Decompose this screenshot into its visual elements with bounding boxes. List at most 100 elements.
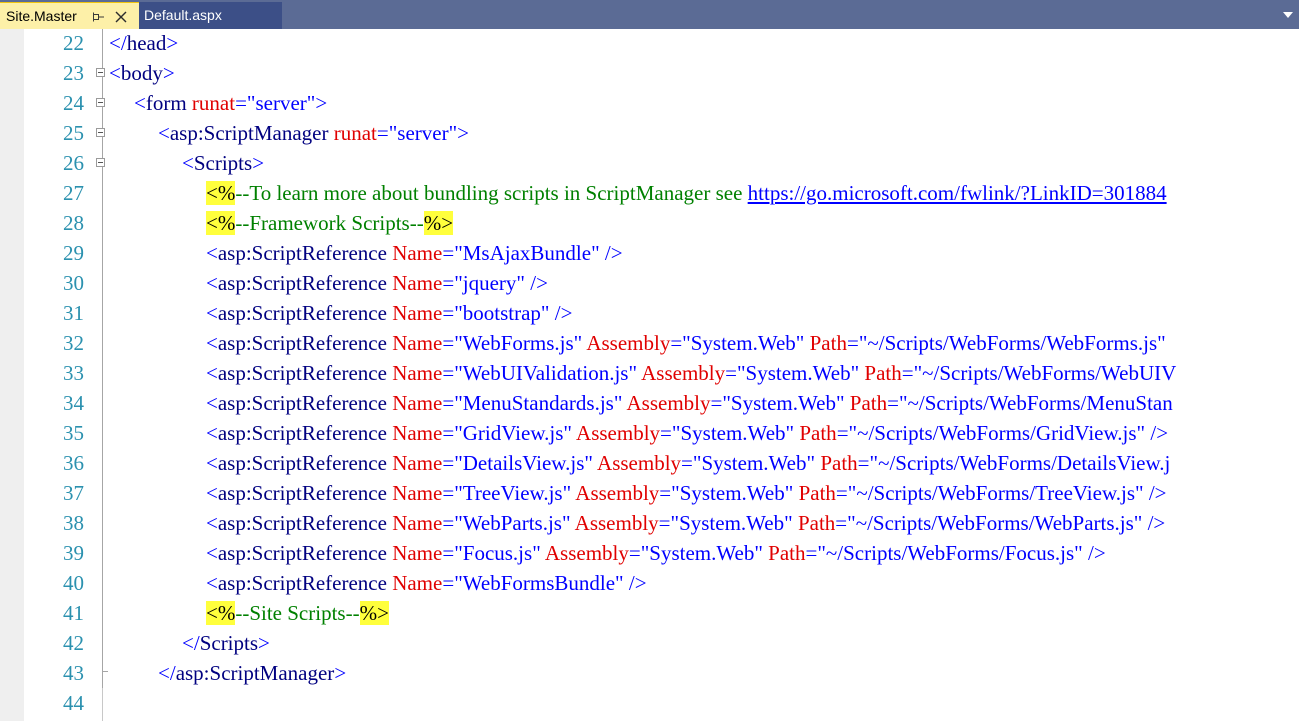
bracket-token: < bbox=[134, 91, 146, 115]
value-token: "System.Web" bbox=[671, 421, 795, 445]
code-line[interactable]: 31 <asp:ScriptReference Name="bootstrap" … bbox=[0, 298, 1299, 328]
attribute-token: Name bbox=[386, 241, 443, 265]
code-line[interactable]: 23 <body> bbox=[0, 58, 1299, 88]
bracket-token: < bbox=[206, 511, 218, 535]
collapse-icon[interactable] bbox=[96, 128, 105, 137]
code-line[interactable]: 27 <%--To learn more about bundling scrip… bbox=[0, 178, 1299, 208]
attribute-token: Path bbox=[762, 541, 806, 565]
bracket-token: = bbox=[442, 571, 455, 595]
bracket-token: </ bbox=[109, 31, 127, 55]
bracket-token: /> bbox=[1143, 481, 1167, 505]
code-line[interactable]: 37 <asp:ScriptReference Name="TreeView.js… bbox=[0, 478, 1299, 508]
code-line[interactable]: 24 <form runat="server"> bbox=[0, 88, 1299, 118]
tag-token: asp:ScriptReference bbox=[217, 481, 387, 505]
tag-token: asp:ScriptReference bbox=[217, 361, 387, 385]
tag-token: asp:ScriptReference bbox=[217, 271, 387, 295]
line-number: 25 bbox=[63, 121, 84, 145]
code-line[interactable]: 30 <asp:ScriptReference Name="jquery" /> bbox=[0, 268, 1299, 298]
attribute-token: Name bbox=[386, 571, 443, 595]
code-line[interactable]: 25 <asp:ScriptManager runat="server"> bbox=[0, 118, 1299, 148]
value-token: "~/Scripts/WebForms/TreeView.js" bbox=[847, 481, 1144, 505]
value-token: "WebFormsBundle" bbox=[454, 571, 624, 595]
code-line[interactable]: 36 <asp:ScriptReference Name="DetailsView… bbox=[0, 448, 1299, 478]
bracket-token: = bbox=[442, 361, 455, 385]
code-editor[interactable]: 22 </head> 23 <body> 24 <form runat="server">… bbox=[0, 29, 1299, 721]
code-line[interactable]: 28 <%--Framework Scripts--%> bbox=[0, 208, 1299, 238]
collapse-icon[interactable] bbox=[96, 158, 105, 167]
bracket-token: < bbox=[206, 481, 218, 505]
tag-token: asp:ScriptReference bbox=[217, 301, 387, 325]
code-line[interactable]: 44 bbox=[0, 688, 1299, 718]
code-line[interactable]: 38 <asp:ScriptReference Name="WebParts.js… bbox=[0, 508, 1299, 538]
line-number: 40 bbox=[63, 571, 84, 595]
bracket-token: = bbox=[681, 451, 693, 475]
code-text: <asp:ScriptReference Name="WebFormsBundl… bbox=[206, 568, 647, 598]
tag-token: Scripts bbox=[199, 631, 259, 655]
collapse-icon[interactable] bbox=[96, 98, 105, 107]
line-number: 22 bbox=[63, 31, 84, 55]
attribute-token: Assembly bbox=[570, 511, 659, 535]
attribute-token: runat bbox=[186, 91, 236, 115]
code-line[interactable]: 22 </head> bbox=[0, 28, 1299, 58]
attribute-token: runat bbox=[328, 121, 377, 145]
bracket-token: = bbox=[628, 541, 641, 565]
code-line[interactable]: 40 <asp:ScriptReference Name="WebFormsBun… bbox=[0, 568, 1299, 598]
attribute-token: Name bbox=[386, 331, 443, 355]
bracket-token: < bbox=[206, 541, 218, 565]
line-number: 42 bbox=[63, 631, 84, 655]
collapse-icon[interactable] bbox=[96, 68, 105, 77]
value-token: "System.Web" bbox=[682, 331, 805, 355]
attribute-token: Assembly bbox=[637, 361, 726, 385]
bracket-token: = bbox=[442, 271, 455, 295]
code-text: <asp:ScriptReference Name="WebParts.js" … bbox=[206, 508, 1165, 538]
value-token: "WebParts.js" bbox=[454, 511, 571, 535]
line-number: 38 bbox=[63, 511, 84, 535]
value-token: "DetailsView.js" bbox=[454, 451, 593, 475]
code-line[interactable]: 42 </Scripts> bbox=[0, 628, 1299, 658]
value-token: "~/Scripts/WebForms/Focus.js" bbox=[817, 541, 1083, 565]
code-line[interactable]: 26 <Scripts> bbox=[0, 148, 1299, 178]
bracket-token: </ bbox=[182, 631, 200, 655]
tag-token: asp:ScriptReference bbox=[217, 421, 387, 445]
tab-default-aspx[interactable]: Default.aspx bbox=[139, 2, 282, 29]
bracket-token: = bbox=[846, 331, 859, 355]
attribute-token: Name bbox=[386, 421, 443, 445]
code-line[interactable]: 41 <%--Site Scripts--%> bbox=[0, 598, 1299, 628]
code-line[interactable]: 39 <asp:ScriptReference Name="Focus.js" A… bbox=[0, 538, 1299, 568]
attribute-token: Name bbox=[386, 301, 443, 325]
server-delimiter-token: %> bbox=[359, 601, 389, 625]
bracket-token: = bbox=[659, 481, 672, 505]
value-token: "System.Web" bbox=[722, 391, 845, 415]
code-line[interactable]: 34 <asp:ScriptReference Name="MenuStandar… bbox=[0, 388, 1299, 418]
attribute-token: Name bbox=[386, 391, 443, 415]
line-number: 35 bbox=[63, 421, 84, 445]
code-text: <asp:ScriptManager runat="server"> bbox=[158, 118, 469, 148]
attribute-token: Path bbox=[792, 511, 836, 535]
code-line[interactable]: 33 <asp:ScriptReference Name="WebUIValida… bbox=[0, 358, 1299, 388]
code-editor-window: Site.Master Default.aspx 22 </head> 23 <bod… bbox=[0, 0, 1299, 721]
line-number: 34 bbox=[63, 391, 84, 415]
chevron-down-icon[interactable] bbox=[1282, 10, 1294, 20]
document-tab-strip: Site.Master Default.aspx bbox=[0, 0, 1299, 29]
link-token[interactable]: https://go.microsoft.com/fwlink/?LinkID=… bbox=[748, 181, 1167, 205]
bracket-token: < bbox=[206, 451, 218, 475]
pin-icon[interactable] bbox=[93, 11, 105, 23]
value-token: "~/Scripts/WebForms/WebForms.js" bbox=[858, 331, 1166, 355]
code-line[interactable]: 29 <asp:ScriptReference Name="MsAjaxBundl… bbox=[0, 238, 1299, 268]
line-number: 39 bbox=[63, 541, 84, 565]
bracket-token: = bbox=[660, 421, 672, 445]
attribute-token: Path bbox=[859, 361, 902, 385]
tab-site-master[interactable]: Site.Master bbox=[0, 2, 139, 29]
value-token: "System.Web" bbox=[692, 451, 816, 475]
bracket-token: /> bbox=[1145, 421, 1169, 445]
code-line[interactable]: 35 <asp:ScriptReference Name="GridView.js… bbox=[0, 418, 1299, 448]
code-line[interactable]: 43 </asp:ScriptManager> bbox=[0, 658, 1299, 688]
bracket-token: < bbox=[206, 361, 218, 385]
comment-token: --Framework Scripts-- bbox=[235, 211, 424, 235]
close-icon[interactable] bbox=[115, 11, 127, 23]
code-line[interactable]: 32 <asp:ScriptReference Name="WebForms.js… bbox=[0, 328, 1299, 358]
bracket-token: < bbox=[206, 241, 218, 265]
bracket-token: = bbox=[442, 391, 455, 415]
tag-token: form bbox=[145, 91, 187, 115]
line-number: 41 bbox=[63, 601, 84, 625]
